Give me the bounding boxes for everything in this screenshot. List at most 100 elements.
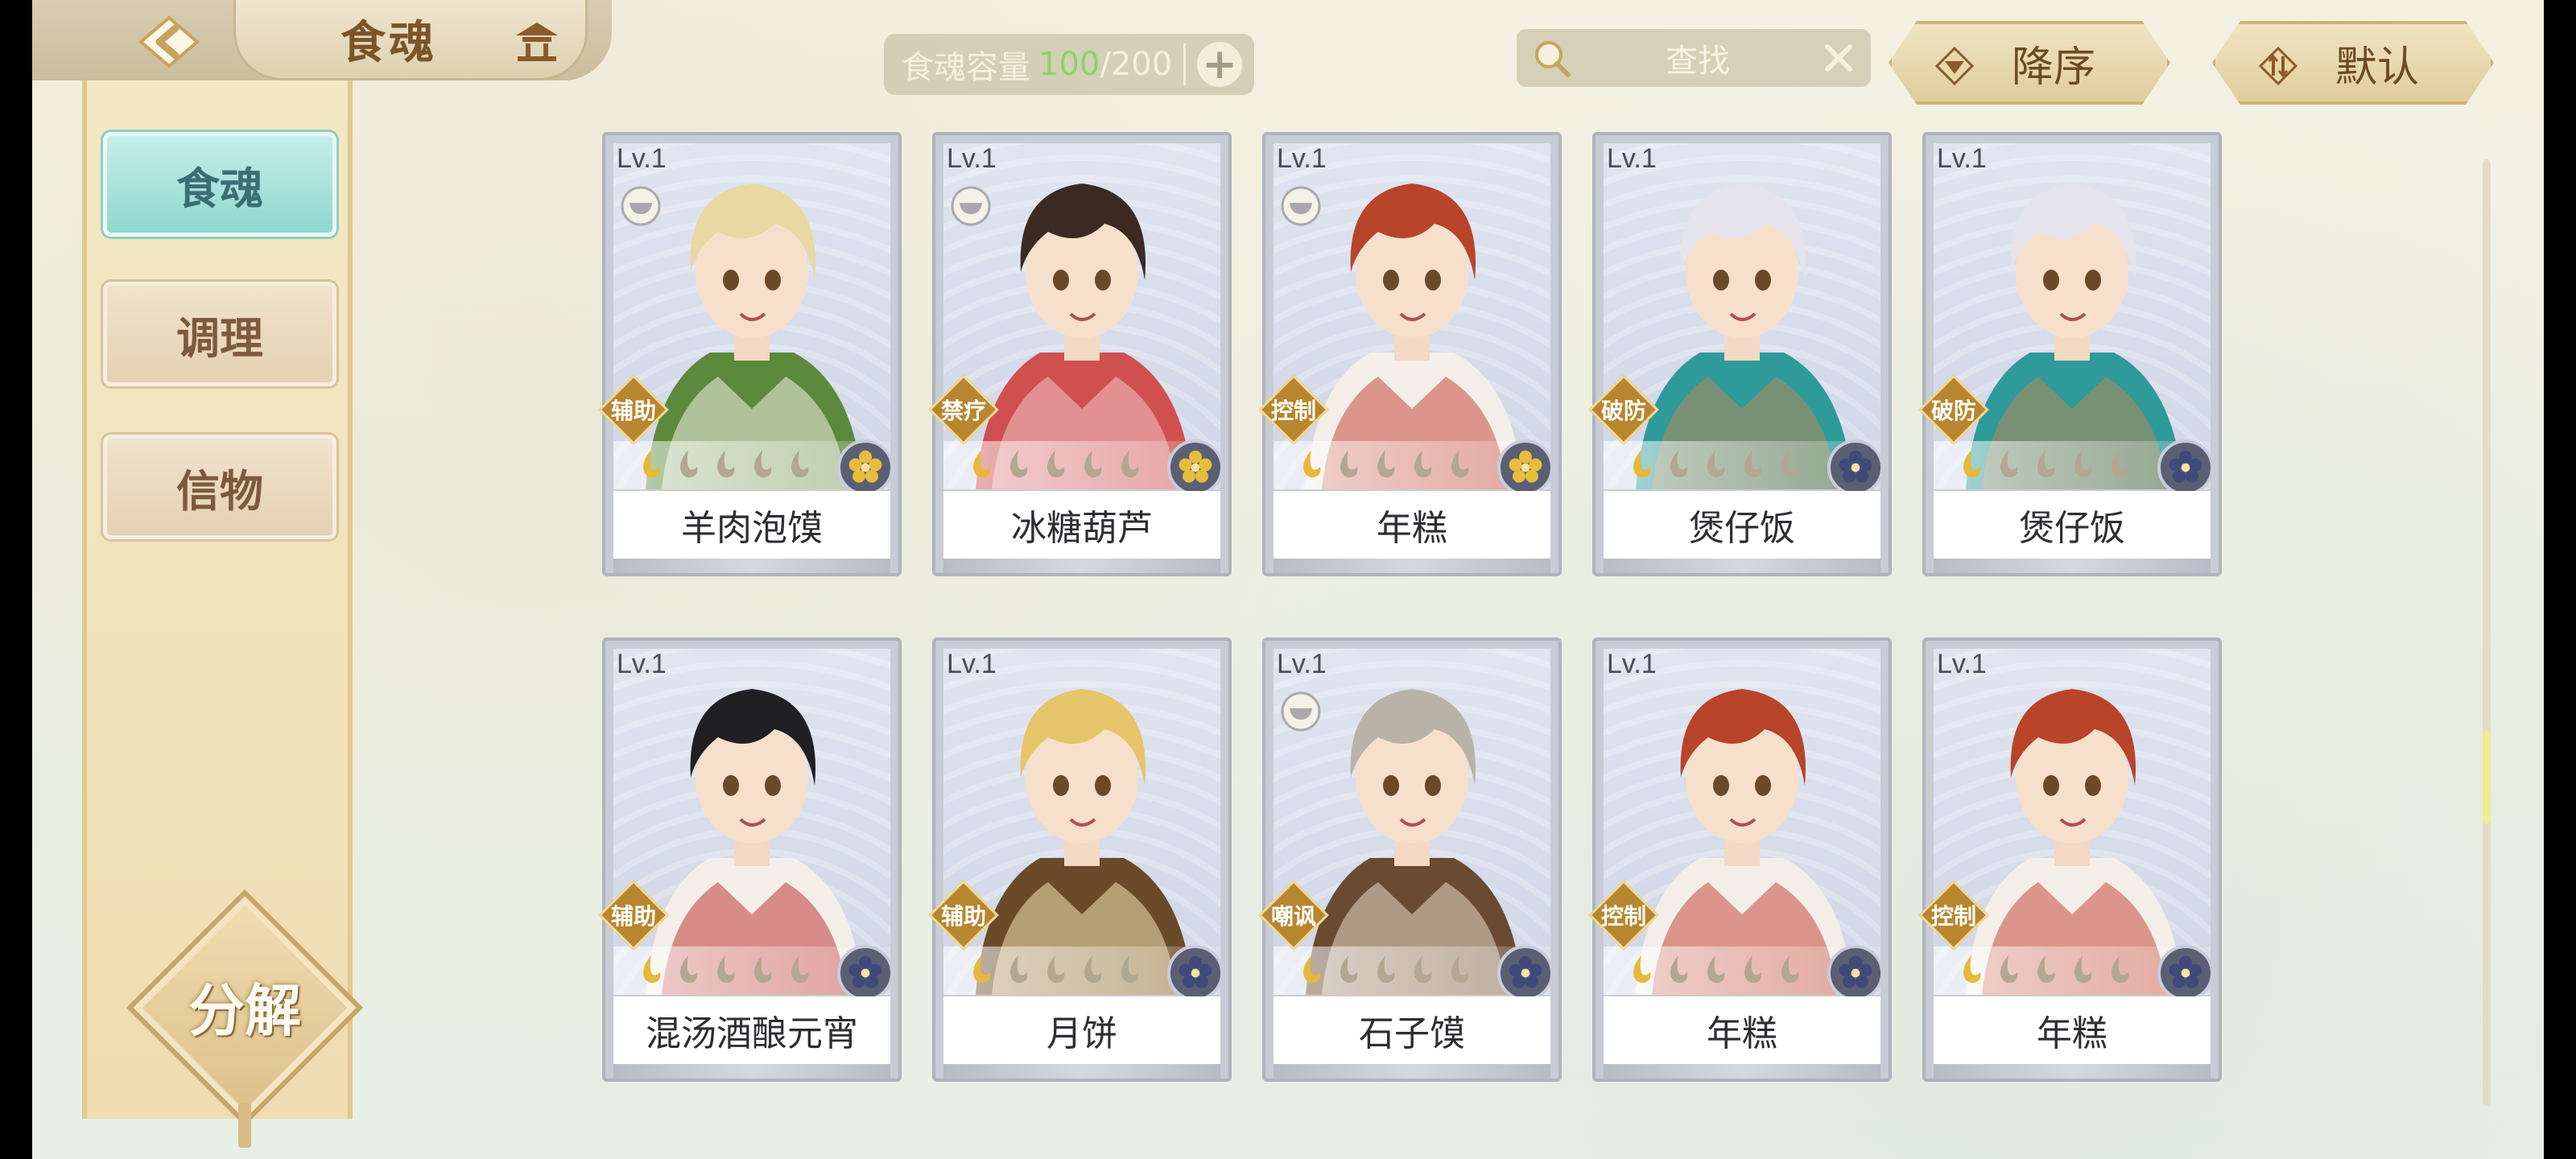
gold-flower-medal-icon xyxy=(1497,439,1554,496)
search-icon xyxy=(1535,41,1571,77)
sidebar-item-tuning[interactable]: 调理 xyxy=(103,282,336,386)
flame-icon xyxy=(1084,450,1102,478)
flame-icon xyxy=(1377,955,1395,984)
role-label: 控制 xyxy=(1930,903,1976,930)
role-badge: 控制 xyxy=(1258,374,1329,445)
flame-icon xyxy=(2037,955,2055,984)
bowl-icon xyxy=(621,186,661,226)
bowl-icon xyxy=(1281,691,1321,732)
close-icon[interactable] xyxy=(1821,40,1856,76)
back-arrow-icon xyxy=(138,15,200,68)
flame-icon xyxy=(754,955,772,984)
role-label: 辅助 xyxy=(610,398,656,424)
role-badge: 辅助 xyxy=(598,880,669,951)
bowl-icon xyxy=(951,186,991,226)
card-level: Lv.1 xyxy=(617,649,667,679)
back-button[interactable] xyxy=(113,10,225,74)
card-name: 石子馍 xyxy=(1274,996,1550,1064)
blue-flower-medal-icon xyxy=(837,945,894,1001)
flame-icon xyxy=(1707,955,1725,984)
flame-icon xyxy=(1781,955,1799,984)
flame-icon xyxy=(1707,450,1725,478)
card-footer xyxy=(1934,559,2211,573)
flame-icon xyxy=(1010,955,1028,984)
capacity-label: 食魂容量 xyxy=(902,49,1030,86)
bowl-icon xyxy=(1281,186,1321,226)
food-soul-card[interactable]: Lv.1 破防煲仔饭 xyxy=(1588,132,1892,576)
card-name: 冰糖葫芦 xyxy=(943,491,1220,559)
flame-icon xyxy=(1010,450,1028,478)
flame-icon xyxy=(791,450,809,478)
flame-icon xyxy=(1451,450,1469,478)
role-label: 破防 xyxy=(1600,398,1646,424)
card-footer xyxy=(943,1064,1220,1079)
food-soul-card[interactable]: Lv.1 破防 煲仔饭 xyxy=(1918,132,2222,576)
card-footer xyxy=(943,559,1220,573)
food-soul-card[interactable]: Lv.1 辅助 混汤酒酿元宵 xyxy=(598,637,902,1082)
gold-flower-medal-icon xyxy=(837,439,894,496)
role-badge: 控制 xyxy=(1588,880,1659,951)
flame-icon xyxy=(1744,450,1762,478)
blue-flower-medal-icon xyxy=(1497,945,1554,1001)
role-badge: 破防 xyxy=(1588,374,1659,445)
flame-icon xyxy=(643,955,661,984)
food-soul-card[interactable]: Lv.1 控制 年糕 xyxy=(1588,637,1892,1082)
role-label: 破防 xyxy=(1930,398,1976,424)
sort-mode-button[interactable]: 默认 xyxy=(2212,21,2494,105)
sort-order-button[interactable]: 降序 xyxy=(1889,21,2170,105)
tassel-ornament xyxy=(238,1103,251,1148)
flame-icon xyxy=(1303,450,1321,478)
blue-flower-medal-icon xyxy=(1827,945,1884,1001)
flame-icon xyxy=(2000,450,2018,478)
card-name: 年糕 xyxy=(1604,996,1880,1064)
role-badge: 嘲讽 xyxy=(1258,880,1329,951)
food-soul-card[interactable]: Lv.1 控制 年糕 xyxy=(1918,637,2222,1082)
food-soul-card[interactable]: Lv.1 辅助 羊肉泡馍 xyxy=(598,132,902,576)
role-label: 禁疗 xyxy=(940,398,986,424)
flame-icon xyxy=(1744,955,1762,984)
scrollbar[interactable] xyxy=(2483,159,2491,1106)
capacity-current: 100 xyxy=(1038,46,1100,83)
role-label: 辅助 xyxy=(610,903,656,930)
flame-icon xyxy=(1451,955,1469,984)
page-title: 食魂 xyxy=(341,16,437,69)
add-capacity-button[interactable]: + xyxy=(1197,42,1243,87)
flame-icon xyxy=(973,955,991,984)
card-level: Lv.1 xyxy=(617,143,667,174)
role-badge: 辅助 xyxy=(928,880,999,951)
flame-icon xyxy=(1047,450,1065,478)
flame-icon xyxy=(2074,955,2092,984)
flame-icon xyxy=(1633,450,1651,478)
capacity-panel: 食魂容量 100 / 200 + xyxy=(884,34,1254,95)
flame-icon xyxy=(1633,955,1651,984)
flame-icon xyxy=(1121,955,1139,984)
sort-descending-icon xyxy=(1934,46,1975,86)
flame-icon xyxy=(1084,955,1102,984)
sidebar-item-token[interactable]: 信物 xyxy=(103,435,336,539)
food-soul-card[interactable]: Lv.1 嘲讽 石子馍 xyxy=(1258,637,1562,1082)
flame-icon xyxy=(1121,450,1139,478)
card-level: Lv.1 xyxy=(1937,649,1987,679)
card-footer xyxy=(1604,559,1880,573)
flame-icon xyxy=(1670,955,1688,984)
capacity-separator: / xyxy=(1100,46,1111,83)
gold-flower-medal-icon xyxy=(1167,439,1224,496)
search-field[interactable]: 查找 xyxy=(1517,29,1871,87)
flame-icon xyxy=(1670,450,1688,478)
scroll-thumb[interactable] xyxy=(2483,731,2491,824)
flame-icon xyxy=(1414,450,1432,478)
card-level: Lv.1 xyxy=(1607,143,1657,174)
card-footer xyxy=(1604,1064,1880,1079)
sidebar-item-soul[interactable]: 食魂 xyxy=(103,132,336,237)
role-badge: 禁疗 xyxy=(928,374,999,445)
food-soul-card[interactable]: Lv.1 辅助 月饼 xyxy=(928,637,1232,1082)
card-name: 煲仔饭 xyxy=(1604,491,1880,559)
flame-icon xyxy=(2000,955,2018,984)
flame-icon xyxy=(973,450,991,478)
sort-order-label: 降序 xyxy=(2011,43,2095,92)
flame-icon xyxy=(791,955,809,984)
blue-flower-medal-icon xyxy=(2157,945,2214,1001)
food-soul-card[interactable]: Lv.1 禁疗 冰糖葫芦 xyxy=(928,132,1232,576)
pavilion-icon[interactable] xyxy=(511,18,563,63)
food-soul-card[interactable]: Lv.1 控制 年糕 xyxy=(1258,132,1562,576)
